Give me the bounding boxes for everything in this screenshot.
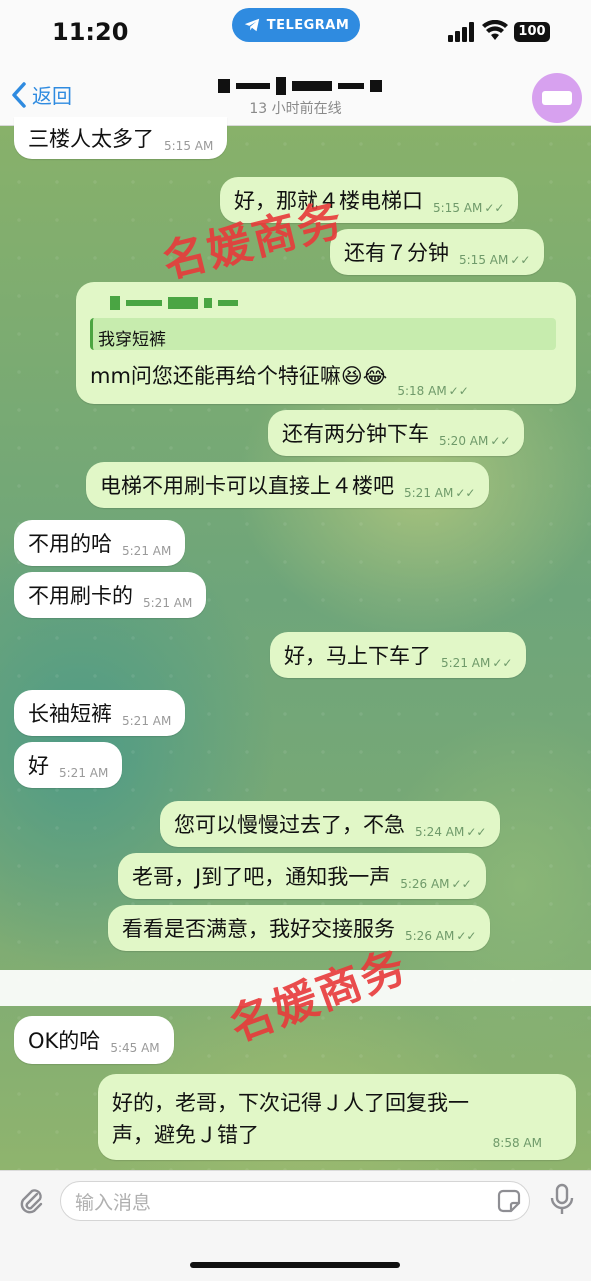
message-time: 5:15 AM [164, 139, 214, 153]
avatar[interactable] [532, 73, 582, 123]
battery-indicator: 100 [514, 22, 550, 42]
double-check-icon: ✓✓ [466, 825, 487, 839]
message-text: 电梯不用刷卡可以直接上４楼吧 [100, 474, 394, 498]
message-text: 长袖短裤 [28, 702, 112, 726]
double-check-icon: ✓✓ [510, 253, 531, 267]
message-time: 5:21 AM [404, 486, 454, 500]
reply-quote-text: 我穿短裤 [98, 330, 166, 350]
message-outgoing[interactable]: 老哥，J到了吧，通知我一声 5:26 AM ✓✓ [118, 853, 486, 899]
message-text: 不用刷卡的 [28, 584, 133, 608]
sticker-icon[interactable] [495, 1187, 523, 1215]
message-text: 老哥，J到了吧，通知我一声 [132, 865, 391, 889]
message-meta: 8:58 AM [493, 1136, 542, 1150]
message-text: 您可以慢慢过去了，不急 [174, 813, 405, 837]
signal-icon [448, 22, 474, 42]
message-text: 看看是否满意，我好交接服务 [122, 917, 395, 941]
message-time: 5:21 AM [122, 544, 172, 558]
status-time: 11:20 [52, 18, 129, 46]
message-time: 8:58 AM [492, 1136, 542, 1150]
message-outgoing[interactable]: 还有两分钟下车 5:20 AM ✓✓ [268, 410, 525, 456]
message-time: 5:15 AM [459, 253, 509, 267]
message-incoming[interactable]: 长袖短裤 5:21 AM [14, 690, 186, 736]
message-outgoing[interactable]: 好，马上下车了 5:21 AM ✓✓ [270, 632, 527, 678]
message-time: 5:21 AM [441, 656, 491, 670]
message-time: 5:18 AM [397, 384, 447, 398]
telegram-icon [244, 18, 259, 32]
reply-author-redacted [110, 296, 238, 310]
message-text-line1: 好的，老哥，下次记得Ｊ人了回复我一 [112, 1091, 469, 1115]
chat-status: 13 小时前在线 [249, 101, 342, 117]
message-outgoing[interactable]: 还有７分钟 5:15 AM ✓✓ [330, 229, 545, 275]
message-text: 三楼人太多了 [28, 127, 154, 151]
double-check-icon: ✓✓ [451, 877, 472, 891]
message-time: 5:21 AM [143, 596, 193, 610]
double-check-icon: ✓✓ [455, 486, 476, 500]
message-incoming[interactable]: 不用的哈 5:21 AM [14, 520, 186, 566]
message-text: 不用的哈 [28, 532, 112, 556]
message-text: OK的哈 [28, 1029, 101, 1053]
double-check-icon: ✓✓ [448, 384, 469, 398]
message-time: 5:21 AM [122, 714, 172, 728]
message-input[interactable]: 输入消息 [60, 1181, 530, 1221]
chat-title-redacted[interactable] [190, 76, 410, 96]
message-text: 好，马上下车了 [284, 644, 431, 668]
message-outgoing[interactable]: 电梯不用刷卡可以直接上４楼吧 5:21 AM ✓✓ [86, 462, 490, 508]
message-time: 5:26 AM [400, 877, 450, 891]
avatar-redaction [542, 91, 572, 105]
message-outgoing[interactable]: 您可以慢慢过去了，不急 5:24 AM ✓✓ [160, 801, 501, 847]
message-time: 5:15 AM [433, 201, 483, 215]
message-text: 好 [28, 754, 49, 778]
message-time: 5:20 AM [439, 434, 489, 448]
paperclip-icon[interactable] [16, 1185, 48, 1217]
telegram-pill-label: TELEGRAM [266, 17, 350, 33]
message-time: 5:26 AM [405, 929, 455, 943]
message-text: 还有７分钟 [344, 241, 449, 265]
message-incoming[interactable]: 三楼人太多了 5:15 AM [14, 117, 228, 159]
message-outgoing-multiline[interactable]: 好的，老哥，下次记得Ｊ人了回复我一 声，避免Ｊ错了 8:58 AM [98, 1074, 576, 1160]
microphone-icon[interactable] [548, 1183, 576, 1217]
message-time: 5:24 AM [415, 825, 465, 839]
status-bar: 11:20 TELEGRAM 100 [0, 0, 591, 68]
double-check-icon: ✓✓ [484, 201, 505, 215]
message-incoming[interactable]: OK的哈 5:45 AM [14, 1016, 174, 1064]
double-check-icon: ✓✓ [492, 656, 513, 670]
message-text: 还有两分钟下车 [282, 422, 429, 446]
double-check-icon: ✓✓ [456, 929, 477, 943]
message-outgoing[interactable]: 看看是否满意，我好交接服务 5:26 AM ✓✓ [108, 905, 491, 951]
double-check-icon: ✓✓ [490, 434, 511, 448]
message-incoming[interactable]: 好 5:21 AM [14, 742, 123, 788]
message-incoming[interactable]: 不用刷卡的 5:21 AM [14, 572, 207, 618]
wifi-icon [482, 20, 508, 40]
message-text-line2: 声，避免Ｊ错了 [112, 1123, 259, 1147]
message-text: mm问您还能再给个特征嘛😆😂 [90, 364, 388, 388]
message-time: 5:45 AM [110, 1041, 160, 1055]
home-indicator[interactable] [190, 1262, 400, 1268]
telegram-pill[interactable]: TELEGRAM [232, 8, 360, 42]
message-time: 5:21 AM [59, 766, 109, 780]
